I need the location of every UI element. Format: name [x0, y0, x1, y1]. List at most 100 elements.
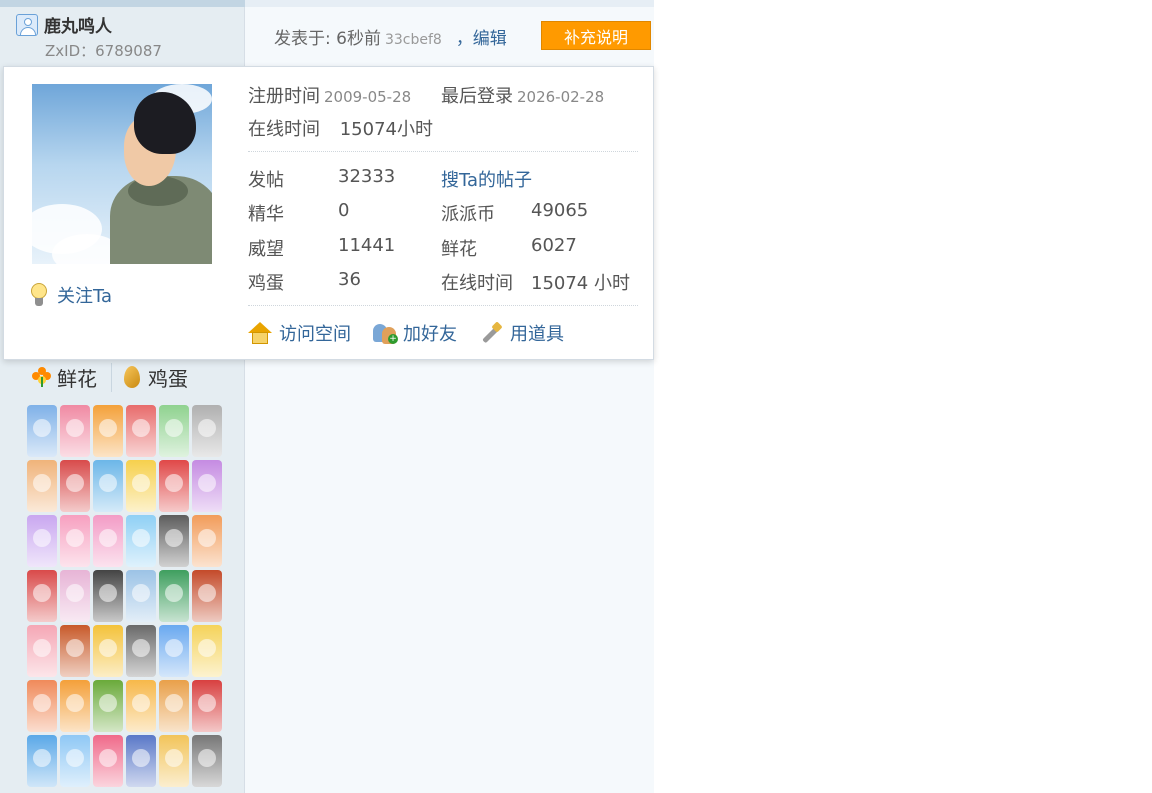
flowers-label: 鲜花 [441, 239, 477, 260]
egg-icon [124, 366, 140, 388]
bulb-icon [30, 283, 48, 307]
gift-actions: 鲜花 鸡蛋 [0, 362, 245, 392]
medal-badge[interactable] [126, 460, 156, 512]
friends-icon: + [373, 322, 398, 344]
medal-badge[interactable] [192, 515, 222, 567]
medal-badge[interactable] [159, 625, 189, 677]
user-info-popup: 关注Ta 注册时间 2009-05-28 最后登录 2026-02-28 在线时间 … [3, 66, 654, 360]
post-meta: 发表于: 6秒前 33cbef8 ，编辑 [274, 24, 507, 49]
eggs-value: 36 [338, 269, 361, 290]
follow-label: 关注Ta [57, 286, 113, 307]
medal-badge[interactable] [159, 405, 189, 457]
use-tool-label: 用道具 [510, 324, 564, 345]
add-friend-link[interactable]: + 加好友 [373, 320, 457, 346]
medal-badge[interactable] [192, 570, 222, 622]
medal-badge[interactable] [93, 460, 123, 512]
medal-badge[interactable] [192, 460, 222, 512]
prestige-label: 威望 [248, 239, 284, 260]
medal-badge[interactable] [159, 735, 189, 787]
medal-badge[interactable] [27, 625, 57, 677]
visit-space-link[interactable]: 访问空间 [248, 320, 351, 346]
medal-badge[interactable] [192, 735, 222, 787]
send-flower-button[interactable]: 鲜花 [32, 363, 97, 392]
posted-time: 发表于: 6秒前 [274, 29, 381, 49]
add-friend-label: 加好友 [403, 324, 457, 345]
medal-badge[interactable] [192, 625, 222, 677]
post-top-bar [245, 0, 654, 7]
user-icon [16, 13, 38, 36]
supplement-button[interactable]: 补充说明 [541, 21, 651, 50]
medal-badge[interactable] [60, 405, 90, 457]
medal-badge[interactable] [126, 405, 156, 457]
medal-badge[interactable] [93, 680, 123, 732]
medal-badge[interactable] [159, 515, 189, 567]
follow-link[interactable]: 关注Ta [30, 282, 112, 308]
throw-egg-label: 鸡蛋 [148, 366, 188, 391]
post-hash: 33cbef8 [384, 32, 442, 48]
medal-badge[interactable] [126, 735, 156, 787]
medal-badge[interactable] [60, 570, 90, 622]
medal-badge[interactable] [93, 515, 123, 567]
medal-badge[interactable] [27, 515, 57, 567]
user-zxid: ZxID：6789087 [45, 42, 162, 60]
flowers-value: 6027 [531, 235, 577, 256]
medal-badge[interactable] [192, 680, 222, 732]
medal-badge[interactable] [60, 625, 90, 677]
posts-label: 发帖 [248, 170, 284, 191]
medal-badge[interactable] [126, 570, 156, 622]
medal-grid [27, 405, 227, 787]
last-login-label: 最后登录 [441, 86, 513, 107]
divider [248, 151, 638, 152]
medal-badge[interactable] [27, 570, 57, 622]
posts-value: 32333 [338, 166, 396, 187]
eggs-label: 鸡蛋 [248, 273, 284, 294]
throw-egg-button[interactable]: 鸡蛋 [111, 362, 188, 392]
medal-badge[interactable] [27, 460, 57, 512]
send-flower-label: 鲜花 [57, 366, 97, 391]
medal-badge[interactable] [126, 680, 156, 732]
user-avatar[interactable] [32, 84, 212, 264]
medal-badge[interactable] [192, 405, 222, 457]
medal-badge[interactable] [27, 680, 57, 732]
medal-badge[interactable] [60, 680, 90, 732]
user-header: 鹿丸鸣人 [16, 12, 112, 37]
popup-actions: 访问空间 + 加好友 用道具 [248, 320, 586, 346]
digest-value: 0 [338, 200, 350, 221]
online-time-label: 在线时间 [248, 119, 320, 140]
tool-icon [479, 321, 503, 344]
house-icon [248, 322, 272, 344]
coins-label: 派派币 [441, 204, 495, 225]
medal-badge[interactable] [159, 460, 189, 512]
medal-badge[interactable] [159, 680, 189, 732]
username[interactable]: 鹿丸鸣人 [44, 12, 112, 37]
medal-badge[interactable] [93, 570, 123, 622]
medal-badge[interactable] [126, 515, 156, 567]
search-posts-link[interactable]: 搜Ta的帖子 [441, 166, 532, 192]
flower-icon [32, 367, 52, 387]
sidebar-top-bar [0, 0, 245, 7]
edit-link[interactable]: ，编辑 [456, 29, 507, 49]
use-tool-link[interactable]: 用道具 [479, 320, 564, 346]
medal-badge[interactable] [93, 405, 123, 457]
medal-badge[interactable] [159, 570, 189, 622]
last-login-date: 2026-02-28 [517, 88, 605, 106]
medal-badge[interactable] [60, 735, 90, 787]
last-login: 最后登录 2026-02-28 [441, 82, 604, 108]
divider [248, 305, 638, 306]
prestige-value: 11441 [338, 235, 396, 256]
medal-badge[interactable] [93, 625, 123, 677]
online-time: 在线时间 15074小时 [248, 115, 433, 141]
medal-badge[interactable] [126, 625, 156, 677]
register-time-label: 注册时间 [248, 86, 320, 107]
medal-badge[interactable] [93, 735, 123, 787]
medal-badge[interactable] [60, 460, 90, 512]
medal-badge[interactable] [27, 405, 57, 457]
digest-label: 精华 [248, 204, 284, 225]
medal-badge[interactable] [60, 515, 90, 567]
register-time: 注册时间 2009-05-28 [248, 82, 411, 108]
visit-space-label: 访问空间 [279, 324, 351, 345]
medal-badge[interactable] [27, 735, 57, 787]
online2-label: 在线时间 [441, 273, 513, 294]
coins-value: 49065 [531, 200, 589, 221]
online2-value: 15074 小时 [531, 273, 630, 294]
